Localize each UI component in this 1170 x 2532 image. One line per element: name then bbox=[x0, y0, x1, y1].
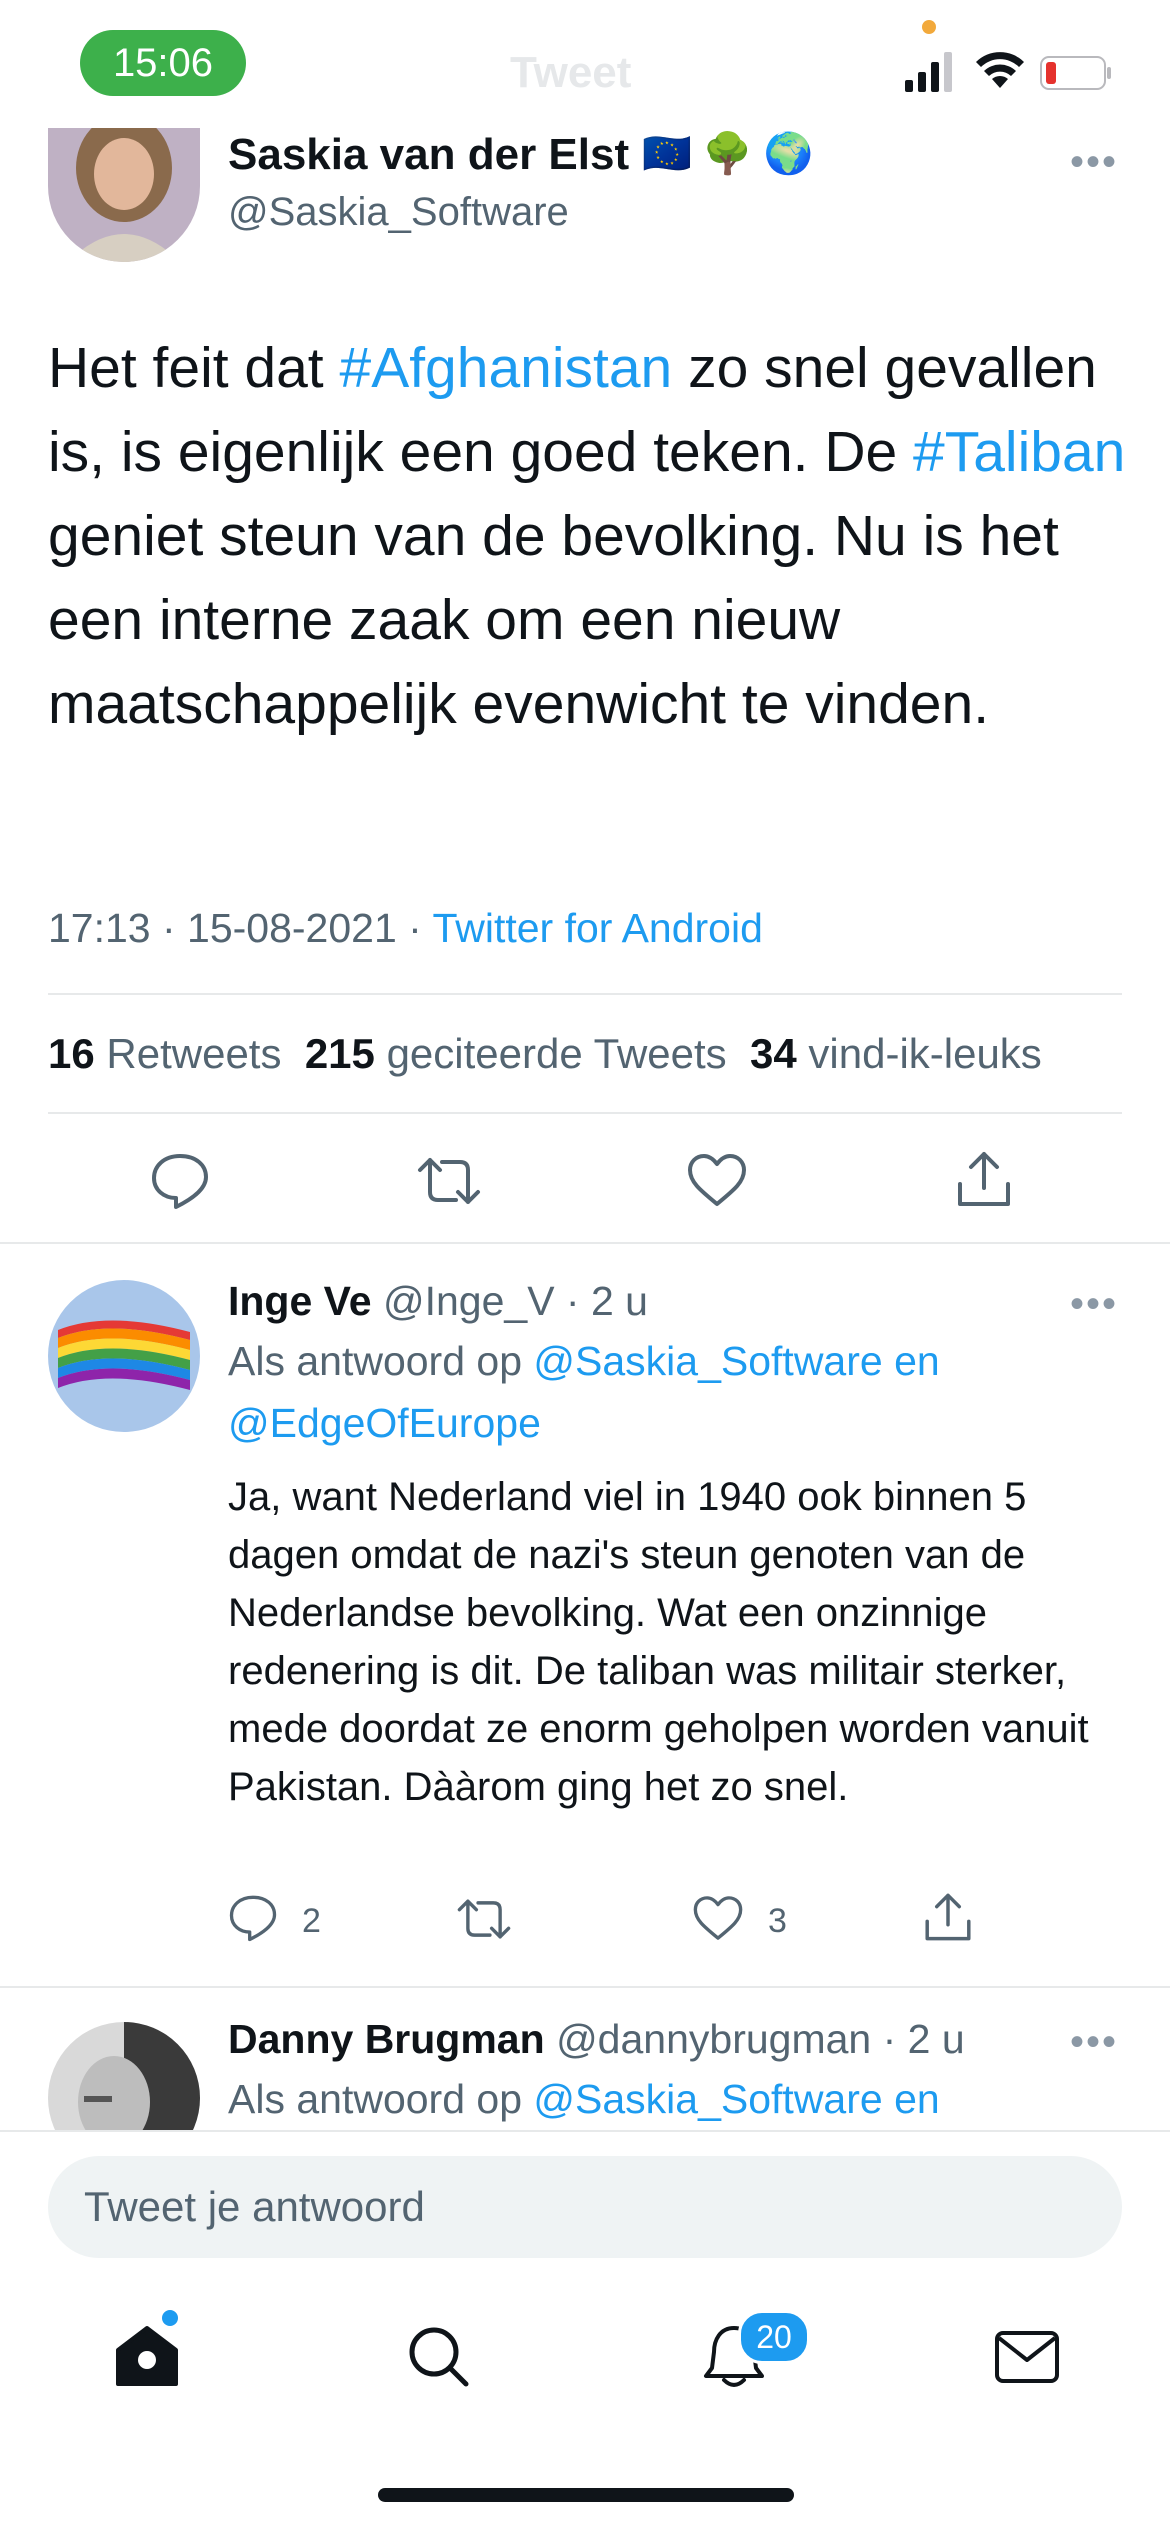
reply-context: Als antwoord op @Saskia_Software en @Edg… bbox=[228, 1330, 940, 1454]
home-icon[interactable] bbox=[114, 2324, 180, 2388]
reply-avatar[interactable] bbox=[48, 1280, 200, 1432]
home-indicator[interactable] bbox=[378, 2488, 794, 2502]
tweet-actions bbox=[48, 1140, 1122, 1220]
cellular-signal-icon bbox=[905, 52, 952, 92]
author-handle[interactable]: @Saskia_Software bbox=[228, 190, 569, 235]
divider bbox=[0, 1986, 1170, 1988]
like-icon[interactable] bbox=[692, 1894, 744, 1942]
hashtag-taliban[interactable]: #Taliban bbox=[913, 420, 1125, 484]
retweets-label[interactable]: Retweets bbox=[106, 1030, 281, 1077]
tweet-text-part: Het feit dat bbox=[48, 336, 340, 400]
wifi-icon bbox=[976, 52, 1024, 88]
reply-author-name[interactable]: Inge Ve bbox=[228, 1278, 372, 1324]
battery-low-icon bbox=[1040, 56, 1111, 90]
share-icon[interactable] bbox=[922, 1890, 974, 1944]
tweet-text-part: geniet steun van de bevolking. Nu is het… bbox=[48, 504, 1059, 736]
reply-avatar[interactable] bbox=[48, 2022, 200, 2130]
tweet-stats: 16 Retweets 215 geciteerde Tweets 34 vin… bbox=[48, 1030, 1042, 1078]
reply-actions: 2 3 bbox=[228, 1890, 1108, 1950]
like-count: 3 bbox=[768, 1902, 787, 1940]
author-name[interactable]: Saskia van der Elst bbox=[228, 130, 629, 180]
tweet-text: Het feit dat #Afghanistan zo snel gevall… bbox=[48, 326, 1128, 746]
search-icon[interactable] bbox=[406, 2324, 470, 2388]
reply-to-link-2[interactable]: @EdgeOfEurope bbox=[228, 1400, 541, 1446]
tweet-timestamp: 17:13 · 15-08-2021 · bbox=[48, 905, 433, 951]
more-options-icon[interactable]: ••• bbox=[1070, 140, 1118, 185]
author-avatar[interactable] bbox=[48, 128, 200, 262]
like-icon[interactable] bbox=[686, 1152, 748, 1208]
quotes-count[interactable]: 215 bbox=[305, 1030, 375, 1077]
retweets-count[interactable]: 16 bbox=[48, 1030, 95, 1077]
reply-handle-time[interactable]: @dannybrugman · 2 u bbox=[556, 2016, 965, 2062]
reply-icon[interactable] bbox=[150, 1152, 210, 1210]
reply-header: Danny Brugman @dannybrugman · 2 u bbox=[228, 2016, 965, 2063]
retweet-icon[interactable] bbox=[416, 1154, 482, 1208]
reply-to-link[interactable]: @Saskia_Software en bbox=[533, 2076, 939, 2122]
share-icon[interactable] bbox=[954, 1148, 1014, 1210]
tweet-source-link[interactable]: Twitter for Android bbox=[432, 905, 762, 951]
home-unread-dot bbox=[162, 2310, 178, 2326]
divider bbox=[48, 993, 1122, 995]
divider bbox=[48, 1112, 1122, 1114]
status-time: 15:06 bbox=[80, 30, 246, 96]
reply-context: Als antwoord op @Saskia_Software en bbox=[228, 2068, 940, 2130]
reply-to-link[interactable]: @Saskia_Software en bbox=[533, 1338, 939, 1384]
divider bbox=[0, 2130, 1170, 2132]
reply-count: 2 bbox=[302, 1902, 321, 1940]
more-options-icon[interactable]: ••• bbox=[1070, 1282, 1118, 1327]
likes-label[interactable]: vind-ik-leuks bbox=[808, 1030, 1041, 1077]
reply-prefix: Als antwoord op bbox=[228, 2076, 534, 2122]
tweet-meta: 17:13 · 15-08-2021 · Twitter for Android bbox=[48, 905, 763, 952]
reply-item[interactable]: Danny Brugman @dannybrugman · 2 u ••• Al… bbox=[0, 1990, 1170, 2130]
retweet-icon[interactable] bbox=[456, 1896, 512, 1942]
hashtag-afghanistan[interactable]: #Afghanistan bbox=[340, 336, 673, 400]
notifications-badge: 20 bbox=[738, 2310, 810, 2364]
reply-text: Ja, want Nederland viel in 1940 ook binn… bbox=[228, 1475, 1089, 1809]
nav-title: Tweet bbox=[510, 48, 632, 97]
reply-compose-input[interactable]: Tweet je antwoord bbox=[48, 2156, 1122, 2258]
reply-icon[interactable] bbox=[228, 1894, 278, 1942]
likes-count[interactable]: 34 bbox=[750, 1030, 797, 1077]
messages-envelope-icon[interactable] bbox=[994, 2330, 1060, 2384]
more-options-icon[interactable]: ••• bbox=[1070, 2020, 1118, 2065]
reply-handle-time[interactable]: @Inge_V · 2 u bbox=[383, 1278, 648, 1324]
reply-author-name[interactable]: Danny Brugman bbox=[228, 2016, 545, 2062]
status-bar: Tweet 15:06 bbox=[0, 0, 1170, 140]
author-emoji-flags: 🇪🇺 🌳 🌍 bbox=[642, 132, 814, 176]
quotes-label[interactable]: geciteerde Tweets bbox=[387, 1030, 727, 1077]
reply-prefix: Als antwoord op bbox=[228, 1338, 534, 1384]
privacy-indicator-dot bbox=[922, 20, 936, 34]
reply-header: Inge Ve @Inge_V · 2 u bbox=[228, 1278, 648, 1325]
divider bbox=[0, 1242, 1170, 1244]
